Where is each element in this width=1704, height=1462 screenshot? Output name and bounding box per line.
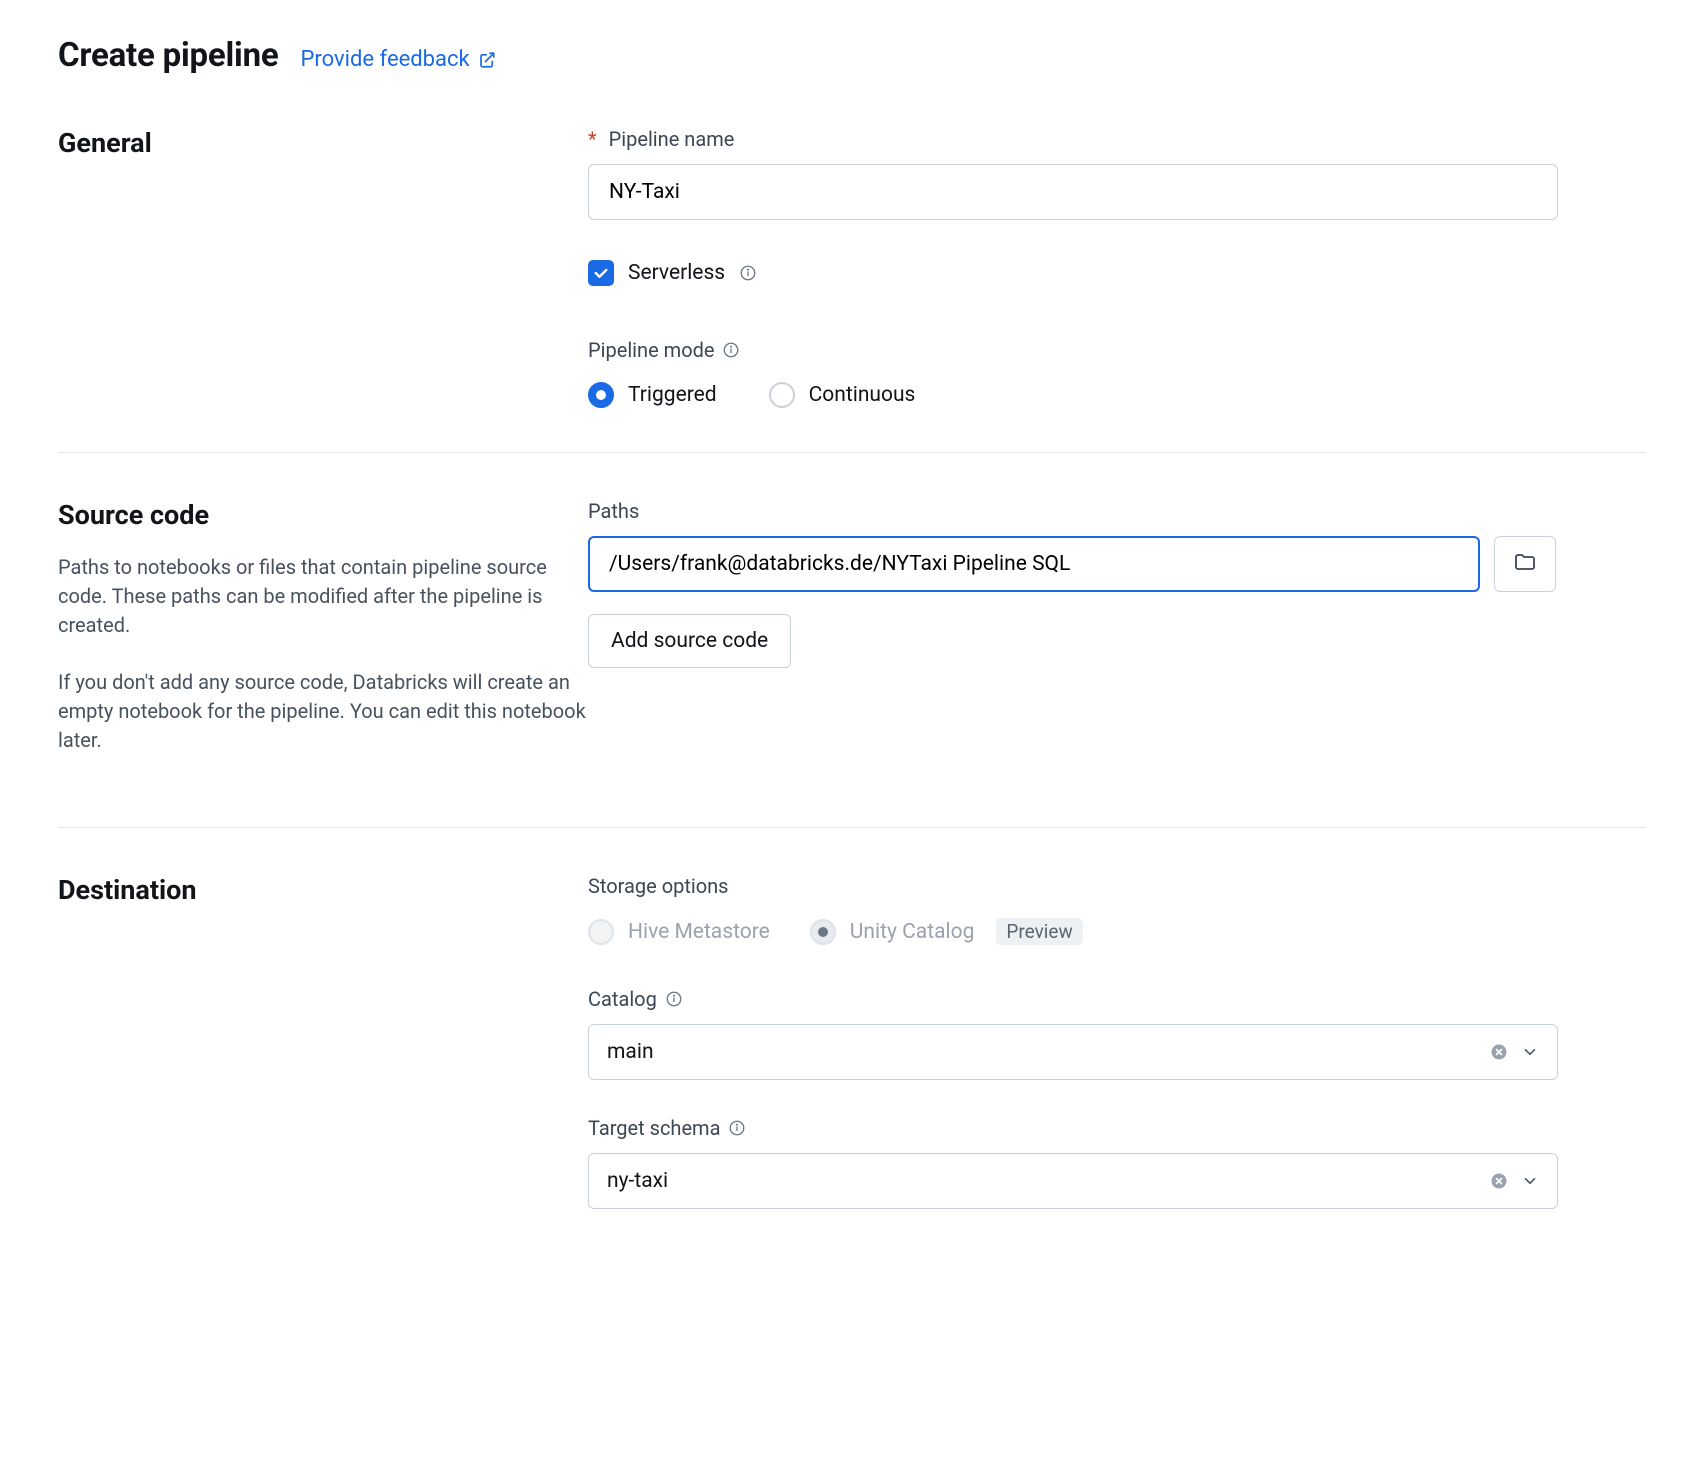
info-icon[interactable]: [728, 1119, 746, 1137]
catalog-label: Catalog: [588, 987, 1646, 1011]
radio-icon: [588, 919, 614, 945]
page-header: Create pipeline Provide feedback: [58, 36, 1646, 75]
storage-option-unity: Unity Catalog Preview: [810, 918, 1083, 945]
add-source-code-button[interactable]: Add source code: [588, 614, 791, 668]
paths-label: Paths: [588, 499, 1646, 523]
provide-feedback-link[interactable]: Provide feedback: [301, 47, 496, 72]
serverless-checkbox[interactable]: [588, 260, 614, 286]
clear-icon[interactable]: [1489, 1042, 1509, 1062]
pipeline-mode-group: Triggered Continuous: [588, 382, 1646, 408]
path-row: [588, 536, 1646, 592]
storage-options-label: Storage options: [588, 874, 1646, 898]
required-asterisk-icon: *: [588, 127, 597, 151]
catalog-value: main: [607, 1040, 654, 1064]
radio-icon: [769, 382, 795, 408]
target-schema-select[interactable]: ny-taxi: [588, 1153, 1558, 1209]
radio-label: Triggered: [628, 383, 717, 407]
path-field[interactable]: [607, 551, 1461, 577]
pipeline-name-input[interactable]: [588, 164, 1558, 220]
storage-option-hive: Hive Metastore: [588, 918, 770, 945]
storage-options-group: Hive Metastore Unity Catalog Preview: [588, 918, 1646, 945]
source-code-heading: Source code: [58, 499, 588, 531]
folder-icon: [1513, 550, 1537, 578]
add-source-label: Add source code: [611, 629, 768, 653]
source-desc-p1: Paths to notebooks or files that contain…: [58, 553, 588, 640]
provide-feedback-label: Provide feedback: [301, 47, 470, 72]
destination-heading: Destination: [58, 874, 588, 906]
catalog-select[interactable]: main: [588, 1024, 1558, 1080]
general-heading: General: [58, 127, 588, 159]
info-icon[interactable]: [722, 341, 740, 359]
external-link-icon: [478, 51, 496, 69]
destination-section: Destination Storage options Hive Metasto…: [58, 827, 1646, 1219]
radio-icon: [588, 382, 614, 408]
source-code-description: Paths to notebooks or files that contain…: [58, 553, 588, 755]
pipeline-mode-continuous[interactable]: Continuous: [769, 382, 916, 408]
info-icon[interactable]: [665, 990, 683, 1008]
general-section: General * Pipeline name Serverless Pipel: [58, 117, 1646, 452]
pipeline-mode-triggered[interactable]: Triggered: [588, 382, 717, 408]
radio-label: Hive Metastore: [628, 920, 770, 944]
radio-label: Unity Catalog: [850, 920, 975, 944]
chevron-down-icon: [1521, 1172, 1539, 1190]
preview-badge: Preview: [996, 918, 1082, 945]
path-input[interactable]: [588, 536, 1480, 592]
source-code-section: Source code Paths to notebooks or files …: [58, 452, 1646, 827]
serverless-row: Serverless: [588, 260, 1646, 286]
radio-label: Continuous: [809, 383, 916, 407]
clear-icon[interactable]: [1489, 1171, 1509, 1191]
info-icon[interactable]: [739, 264, 757, 282]
target-schema-label: Target schema: [588, 1116, 1646, 1140]
browse-folder-button[interactable]: [1494, 536, 1556, 592]
page-title: Create pipeline: [58, 36, 279, 75]
create-pipeline-form: Create pipeline Provide feedback General…: [0, 0, 1704, 1462]
chevron-down-icon: [1521, 1043, 1539, 1061]
pipeline-name-label: * Pipeline name: [588, 127, 1646, 151]
radio-icon: [810, 919, 836, 945]
source-desc-p2: If you don't add any source code, Databr…: [58, 668, 588, 755]
serverless-label: Serverless: [628, 261, 725, 285]
pipeline-name-field[interactable]: [607, 179, 1539, 205]
pipeline-mode-label: Pipeline mode: [588, 338, 1646, 362]
target-schema-value: ny-taxi: [607, 1169, 668, 1193]
